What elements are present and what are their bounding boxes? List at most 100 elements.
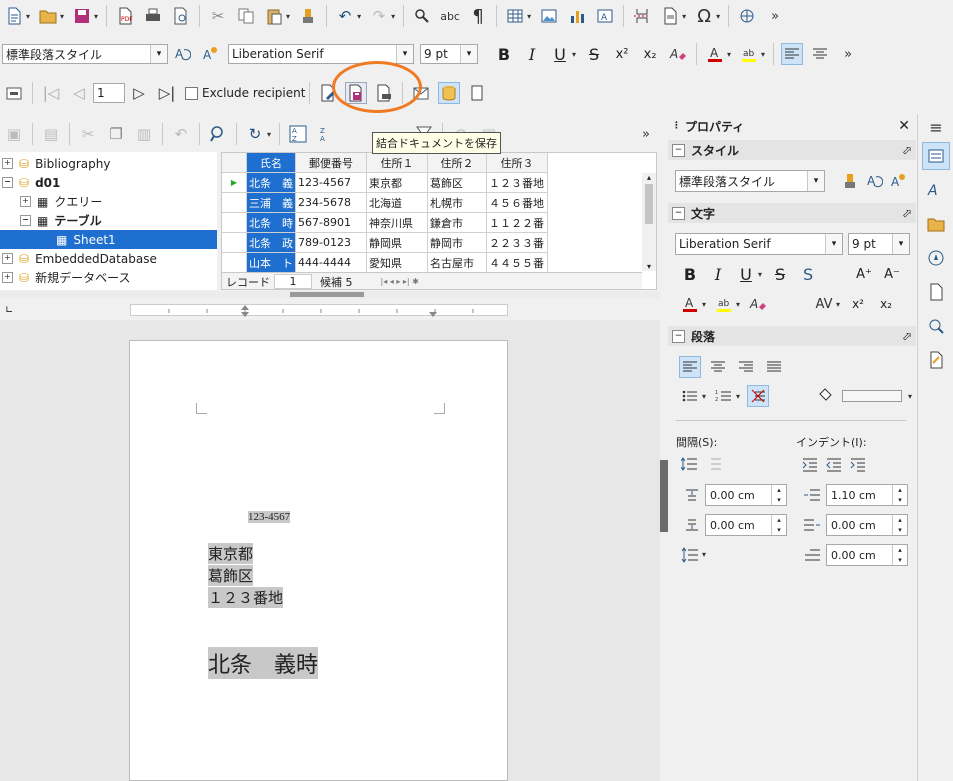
row-selector[interactable] (222, 252, 247, 273)
spelling-icon[interactable]: abc (439, 5, 461, 27)
above-spacing-field[interactable]: 0.00 cm ▴ ▾ (705, 484, 787, 506)
properties-deck-icon[interactable] (922, 142, 950, 170)
collapse-icon[interactable]: − (672, 206, 685, 220)
splitter[interactable] (0, 291, 660, 299)
after-text-indent-icon[interactable] (801, 514, 823, 536)
connect-database-icon[interactable] (3, 82, 25, 104)
row-selector[interactable] (222, 232, 247, 253)
above-spacing-icon[interactable] (681, 484, 703, 506)
chevron-down-icon[interactable]: ▾ (758, 270, 762, 279)
menu-icon[interactable]: ≡ (922, 118, 950, 137)
more-options-icon[interactable]: » (764, 5, 786, 27)
table-cell[interactable]: １２３番地 (486, 172, 548, 193)
sidebar-style-combo[interactable]: 標準段落スタイル ▾ (675, 170, 825, 192)
chevron-down-icon[interactable]: ▾ (26, 12, 30, 21)
table-cell[interactable]: 北条 時 (246, 212, 296, 233)
undo-icon[interactable]: ↶ (170, 123, 192, 145)
tree-item-newdb[interactable]: + ⛁ 新規データベース (2, 268, 130, 287)
styles-deck-icon[interactable]: A (922, 176, 950, 204)
table-cell[interactable]: １１２２番 (486, 212, 548, 233)
export-pdf-icon[interactable]: PDF (114, 5, 136, 27)
first-line-indent-icon[interactable] (801, 544, 823, 566)
superscript-button[interactable]: x² (610, 42, 634, 66)
insert-field-icon[interactable] (659, 5, 681, 27)
subscript-button[interactable]: x₂ (874, 292, 898, 316)
increase-indent-icon[interactable] (799, 454, 821, 476)
chevron-down-icon[interactable]: ▾ (892, 234, 909, 254)
tree-item-d01[interactable]: − ⛁ d01 (2, 173, 60, 192)
more-options-icon[interactable]: ⬀ (902, 143, 912, 157)
insert-textbox-icon[interactable]: A (594, 5, 616, 27)
table-cell[interactable]: 静岡市 (427, 232, 487, 253)
style-inspector-deck-icon[interactable] (922, 312, 950, 340)
insert-hyperlink-icon[interactable] (736, 5, 758, 27)
update-style-icon[interactable]: A (863, 170, 885, 192)
table-cell[interactable]: 愛知県 (366, 252, 428, 273)
save-icon[interactable] (71, 5, 93, 27)
gallery-deck-icon[interactable] (922, 210, 950, 238)
open-folder-icon[interactable] (37, 5, 59, 27)
document-page[interactable]: 123-4567 東京都 葛飾区 １２３番地 北条 義時 (129, 340, 508, 781)
chevron-down-icon[interactable]: ▾ (716, 12, 720, 21)
table-cell[interactable]: 山本 ト (246, 252, 296, 273)
find-replace-icon[interactable] (411, 5, 433, 27)
page-break-icon[interactable] (631, 5, 653, 27)
chevron-down-icon[interactable]: ▾ (150, 45, 167, 63)
table-cell[interactable]: 名古屋市 (427, 252, 487, 273)
chevron-down-icon[interactable]: ▾ (572, 50, 576, 59)
new-document-icon[interactable] (3, 5, 25, 27)
chevron-down-icon[interactable]: ▾ (60, 12, 64, 21)
table-row[interactable]: 山本 ト 444-4444 愛知県 名古屋市 ４４５５番 (222, 252, 548, 273)
sidebar-font-size-combo[interactable]: 9 pt ▾ (848, 233, 910, 255)
chevron-down-icon[interactable]: ▾ (460, 45, 477, 63)
clear-formatting-icon[interactable]: A (747, 293, 769, 315)
expand-icon[interactable]: + (2, 253, 13, 264)
bullet-list-icon[interactable] (679, 385, 701, 407)
save-record-icon[interactable]: ▣ (3, 123, 25, 145)
scroll-down-icon[interactable]: ▾ (642, 262, 656, 271)
collapse-icon[interactable]: − (672, 329, 685, 343)
ruler-track[interactable] (130, 304, 508, 317)
before-text-indent-field[interactable]: 1.10 cm ▴ ▾ (826, 484, 908, 506)
tree-item-sheet1[interactable]: ▦ Sheet1 (0, 230, 217, 249)
formatting-marks-icon[interactable]: ¶ (467, 5, 489, 27)
align-justify-icon[interactable] (763, 356, 785, 378)
table-row[interactable]: 北条 政 789-0123 静岡県 静岡市 ２２３３番 (222, 232, 548, 253)
spin-buttons[interactable]: ▴ ▾ (771, 515, 786, 535)
record-nav-buttons[interactable]: |◂ ◂ ▸ ▸| ✱ (381, 277, 419, 286)
chevron-down-icon[interactable]: ▾ (836, 300, 840, 309)
table-cell[interactable]: 鎌倉市 (427, 212, 487, 233)
font-size-combo[interactable]: 9 pt ▾ (420, 44, 478, 64)
data-sources-icon[interactable] (438, 82, 461, 104)
table-cell[interactable]: 東京都 (366, 172, 428, 193)
no-list-icon[interactable] (747, 385, 770, 407)
underline-button[interactable]: U (548, 42, 572, 66)
decrease-spacing-icon[interactable] (703, 454, 725, 476)
cut-icon[interactable]: ✂ (207, 5, 229, 27)
zip-field[interactable]: 123-4567 (248, 511, 291, 523)
tree-item-embedded[interactable]: + ⛁ EmbeddedDatabase (2, 249, 157, 268)
expand-icon[interactable]: + (2, 158, 13, 169)
table-row[interactable]: 北条 時 567-8901 神奈川県 鎌倉市 １１２２番 (222, 212, 548, 233)
table-row[interactable]: ▶ 北条 義 123-4567 東京都 葛飾区 １２３番地 (222, 172, 548, 193)
underline-button[interactable]: U (734, 262, 758, 286)
italic-button[interactable]: I (520, 42, 544, 66)
name-field[interactable]: 北条 義時 (208, 647, 319, 679)
table-cell[interactable]: 123-4567 (295, 172, 367, 193)
close-icon[interactable]: ✕ (898, 118, 910, 134)
clone-formatting-icon[interactable] (297, 5, 319, 27)
after-text-indent-field[interactable]: 0.00 cm ▴ ▾ (826, 514, 908, 536)
bold-button[interactable]: B (678, 262, 702, 286)
insert-chart-icon[interactable] (566, 5, 588, 27)
table-cell[interactable]: 北条 義 (246, 172, 296, 193)
checkbox-box[interactable] (185, 86, 198, 100)
strikethrough-button[interactable]: S (582, 42, 606, 66)
last-record-icon[interactable]: ▷| (156, 82, 178, 104)
line-spacing-icon[interactable] (679, 544, 701, 566)
insert-table-icon[interactable] (504, 5, 526, 27)
align-left-icon[interactable] (679, 356, 701, 378)
before-text-indent-icon[interactable] (801, 484, 823, 506)
page-deck-icon[interactable] (922, 278, 950, 306)
chevron-down-icon[interactable]: ▾ (908, 392, 912, 401)
first-line-indent-field[interactable]: 0.00 cm ▴ ▾ (826, 544, 908, 566)
